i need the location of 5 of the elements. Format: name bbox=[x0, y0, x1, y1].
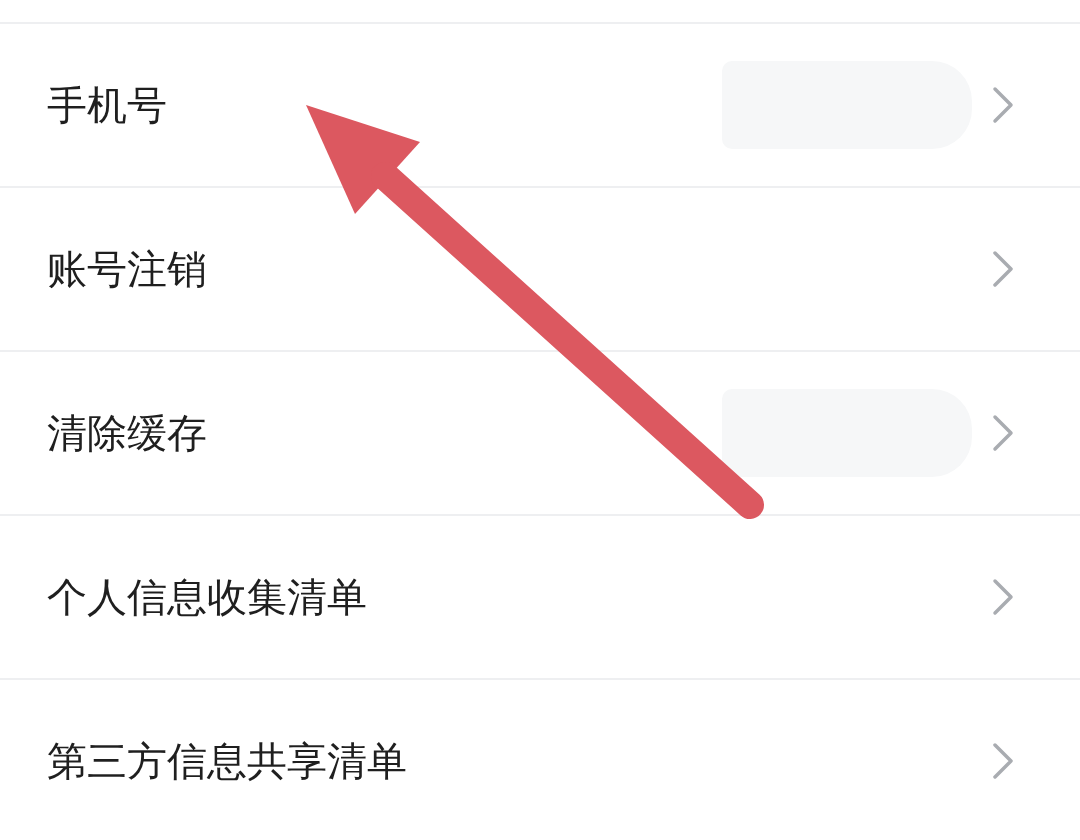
chevron-icon bbox=[992, 578, 1014, 616]
chevron-icon bbox=[992, 414, 1014, 452]
chevron-icon bbox=[992, 250, 1014, 288]
chevron-icon bbox=[992, 86, 1014, 124]
chevron-icon bbox=[992, 742, 1014, 780]
